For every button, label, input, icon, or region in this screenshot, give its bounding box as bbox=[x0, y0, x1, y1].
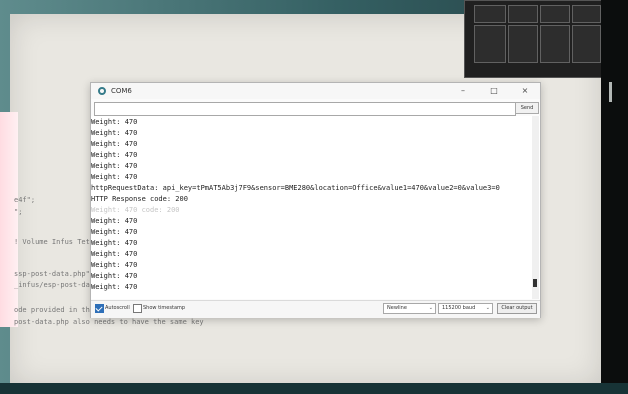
background-code-line: e4f"; bbox=[14, 196, 36, 204]
scrollbar-thumb[interactable] bbox=[533, 279, 537, 287]
minimize-button[interactable]: – bbox=[455, 85, 471, 96]
send-row: Send bbox=[94, 102, 539, 116]
taskview-tile[interactable] bbox=[508, 5, 538, 23]
left-pink-edge bbox=[0, 112, 18, 327]
close-button[interactable]: × bbox=[517, 85, 533, 96]
arduino-icon bbox=[98, 87, 106, 95]
taskview-tile[interactable] bbox=[572, 5, 601, 23]
send-button[interactable]: Send bbox=[515, 102, 539, 114]
taskview-tile[interactable] bbox=[540, 5, 570, 23]
bottom-bezel bbox=[0, 383, 628, 394]
taskview-tile[interactable] bbox=[508, 25, 538, 63]
taskview-tile[interactable] bbox=[474, 5, 506, 23]
timestamp-label: Show timestamp bbox=[143, 305, 186, 311]
baud-rate-value: 115200 baud bbox=[442, 305, 476, 311]
background-code-line: ode provided in th bbox=[14, 306, 90, 314]
background-code-line: ! Volume Infus Tet bbox=[14, 238, 90, 246]
console-line: Weight: 470 bbox=[91, 283, 138, 291]
background-code-line: post-data.php also needs to have the sam… bbox=[14, 318, 204, 326]
maximize-button[interactable]: □ bbox=[486, 85, 502, 96]
background-code-line: ssp-post-data.php"; bbox=[14, 270, 95, 278]
send-input[interactable] bbox=[94, 102, 516, 116]
window-title: COM6 bbox=[111, 87, 132, 95]
taskview-panel bbox=[464, 0, 607, 78]
status-bar: Autoscroll Show timestamp Newline ⌄ 1152… bbox=[91, 300, 540, 318]
taskview-tile[interactable] bbox=[474, 25, 506, 63]
background-code-line: _infus/esp-post-dat bbox=[14, 281, 95, 289]
monitor-bezel-right bbox=[601, 0, 628, 394]
window-titlebar[interactable]: COM6 – □ × bbox=[91, 83, 540, 99]
clear-output-button[interactable]: Clear output bbox=[497, 303, 537, 314]
autoscroll-checkbox[interactable] bbox=[95, 304, 104, 313]
taskview-tile[interactable] bbox=[540, 25, 570, 63]
chevron-down-icon: ⌄ bbox=[485, 305, 490, 311]
line-ending-select[interactable]: Newline ⌄ bbox=[383, 303, 436, 314]
serial-output[interactable]: Weight: 470 Weight: 470 Weight: 470 Weig… bbox=[91, 116, 540, 299]
line-ending-value: Newline bbox=[387, 305, 407, 311]
baud-rate-select[interactable]: 115200 baud ⌄ bbox=[438, 303, 493, 314]
autoscroll-label: Autoscroll bbox=[105, 305, 130, 311]
scrollbar-track[interactable] bbox=[532, 116, 539, 299]
window-edge-grip bbox=[609, 82, 612, 102]
timestamp-checkbox[interactable] bbox=[133, 304, 142, 313]
taskview-tile[interactable] bbox=[572, 25, 601, 63]
background-code-line: "; bbox=[14, 208, 23, 216]
serial-monitor-window: COM6 – □ × Send Weight: 470 Weight: 470 … bbox=[90, 82, 541, 318]
chevron-down-icon: ⌄ bbox=[428, 305, 433, 311]
